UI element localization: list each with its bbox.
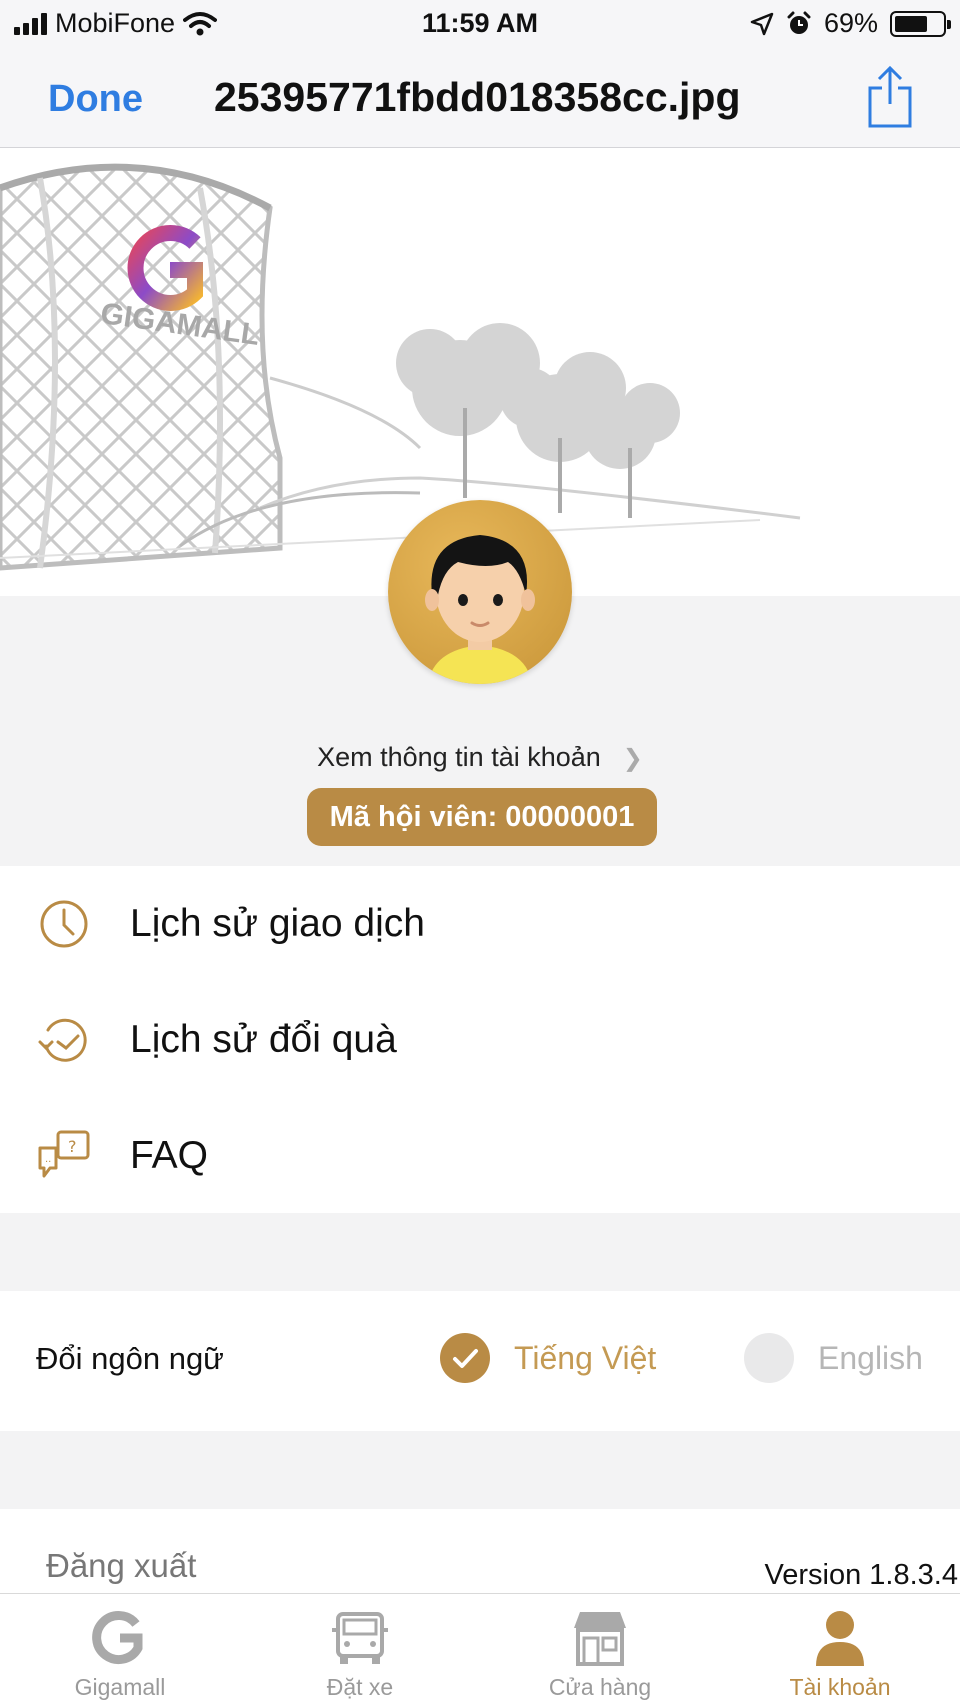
member-code-badge: Mã hội viên: 00000001 [307,788,657,846]
menu-item-label: Lịch sử đổi quà [130,1018,397,1061]
tab-label: Tài khoản [789,1674,891,1700]
clock-icon [40,900,88,948]
battery-icon [890,10,951,37]
status-bar: MobiFone 11:59 AM 69% [0,0,960,48]
history-icon [38,1018,87,1062]
menu-item-transaction-history[interactable]: Lịch sử giao dịch [0,866,960,982]
logout-row: Đăng xuất Version 1.8.3.4 [0,1509,960,1593]
tab-bar: Gigamall Đặt xe Cửa hàng Tài khoản [0,1593,960,1707]
menu-item-label: Lịch sử giao dịch [130,902,425,945]
chevron-right-icon: ❯ [622,745,643,772]
account-icon [816,1611,864,1666]
svg-text:..: .. [45,1154,51,1165]
location-icon [750,12,774,35]
menu-item-gift-history[interactable]: Lịch sử đổi quà [0,982,960,1098]
language-option-label: English [818,1339,923,1376]
page-title: 25395771fbdd018358cc.jpg [214,74,741,120]
account-menu: Lịch sử giao dịch Lịch sử đổi quà ? .. F… [0,866,960,1213]
language-option-vietnamese[interactable]: Tiếng Việt [440,1333,656,1383]
version-label: Version 1.8.3.4 [764,1559,958,1591]
svg-text:?: ? [68,1137,77,1156]
car-icon [332,1612,388,1664]
faq-chat-icon: ? .. [38,1130,90,1178]
done-button[interactable]: Done [48,78,143,121]
store-icon [574,1612,626,1666]
menu-item-label: FAQ [130,1134,209,1177]
radio-unchecked-icon [744,1333,794,1383]
language-setting: Đổi ngôn ngữ Tiếng Việt English [0,1291,960,1431]
navigation-bar: Done 25395771fbdd018358cc.jpg [0,48,960,148]
tab-account[interactable]: Tài khoản [720,1594,960,1707]
language-option-english[interactable]: English [744,1333,923,1383]
tab-label: Cửa hàng [548,1674,652,1700]
language-title: Đổi ngôn ngữ [36,1341,224,1376]
section-divider [0,1213,960,1291]
tab-gigamall[interactable]: Gigamall [0,1594,240,1707]
logout-button[interactable]: Đăng xuất [46,1547,196,1585]
menu-item-faq[interactable]: ? .. FAQ [0,1098,960,1214]
tab-book-car[interactable]: Đặt xe [240,1594,480,1707]
tab-stores[interactable]: Cửa hàng [480,1594,720,1707]
tab-label: Gigamall [74,1674,166,1700]
language-option-label: Tiếng Việt [514,1339,657,1376]
view-account-label: Xem thông tin tài khoản [317,742,601,772]
avatar[interactable] [388,500,572,684]
share-icon[interactable] [866,64,914,130]
section-divider [0,1431,960,1509]
battery-percent: 69% [823,8,878,38]
gigamall-icon [92,1611,143,1665]
alarm-icon [787,11,811,34]
view-account-link[interactable]: Xem thông tin tài khoản ❯ [0,742,960,773]
radio-checked-icon [440,1333,490,1383]
tab-label: Đặt xe [326,1674,394,1700]
